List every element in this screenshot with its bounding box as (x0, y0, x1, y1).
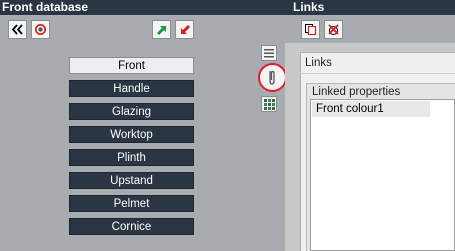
target-icon (35, 24, 46, 35)
target-button[interactable] (31, 20, 50, 39)
linked-properties-list[interactable] (310, 99, 455, 251)
front-item-plinth[interactable]: Plinth (69, 149, 194, 166)
paperclip-view-button[interactable] (258, 63, 287, 92)
front-item-handle[interactable]: Handle (69, 80, 194, 97)
double-chevron-left-icon (11, 24, 23, 35)
linked-properties-label: Linked properties (312, 86, 401, 98)
copy-link-icon (305, 24, 317, 36)
grid-view-icon (264, 99, 275, 110)
toolbar (0, 15, 455, 43)
front-database-title: Front database (2, 0, 89, 14)
arrow-down-left-icon (180, 24, 190, 34)
list-view-icon (264, 49, 274, 58)
links-panel-title: Links (305, 57, 332, 69)
links-title-header: Links (293, 0, 325, 14)
delete-link-icon (328, 24, 339, 35)
front-item-cornice[interactable]: Cornice (69, 218, 194, 235)
front-item-front[interactable]: Front (69, 57, 194, 74)
copy-link-button[interactable] (301, 20, 320, 39)
import-button[interactable] (175, 20, 194, 39)
list-item[interactable]: Front colour1 (312, 101, 430, 117)
arrow-up-right-icon (156, 25, 166, 35)
front-item-glazing[interactable]: Glazing (69, 103, 194, 120)
front-item-upstand[interactable]: Upstand (69, 172, 194, 189)
paperclip-icon (269, 70, 275, 85)
grid-view-button[interactable] (261, 96, 277, 112)
export-button[interactable] (152, 20, 171, 39)
delete-link-button[interactable] (324, 20, 343, 39)
collapse-button[interactable] (8, 20, 27, 39)
links-divider (300, 73, 455, 74)
front-item-worktop[interactable]: Worktop (69, 126, 194, 143)
front-item-pelmet[interactable]: Pelmet (69, 195, 194, 212)
list-view-button[interactable] (261, 45, 277, 61)
